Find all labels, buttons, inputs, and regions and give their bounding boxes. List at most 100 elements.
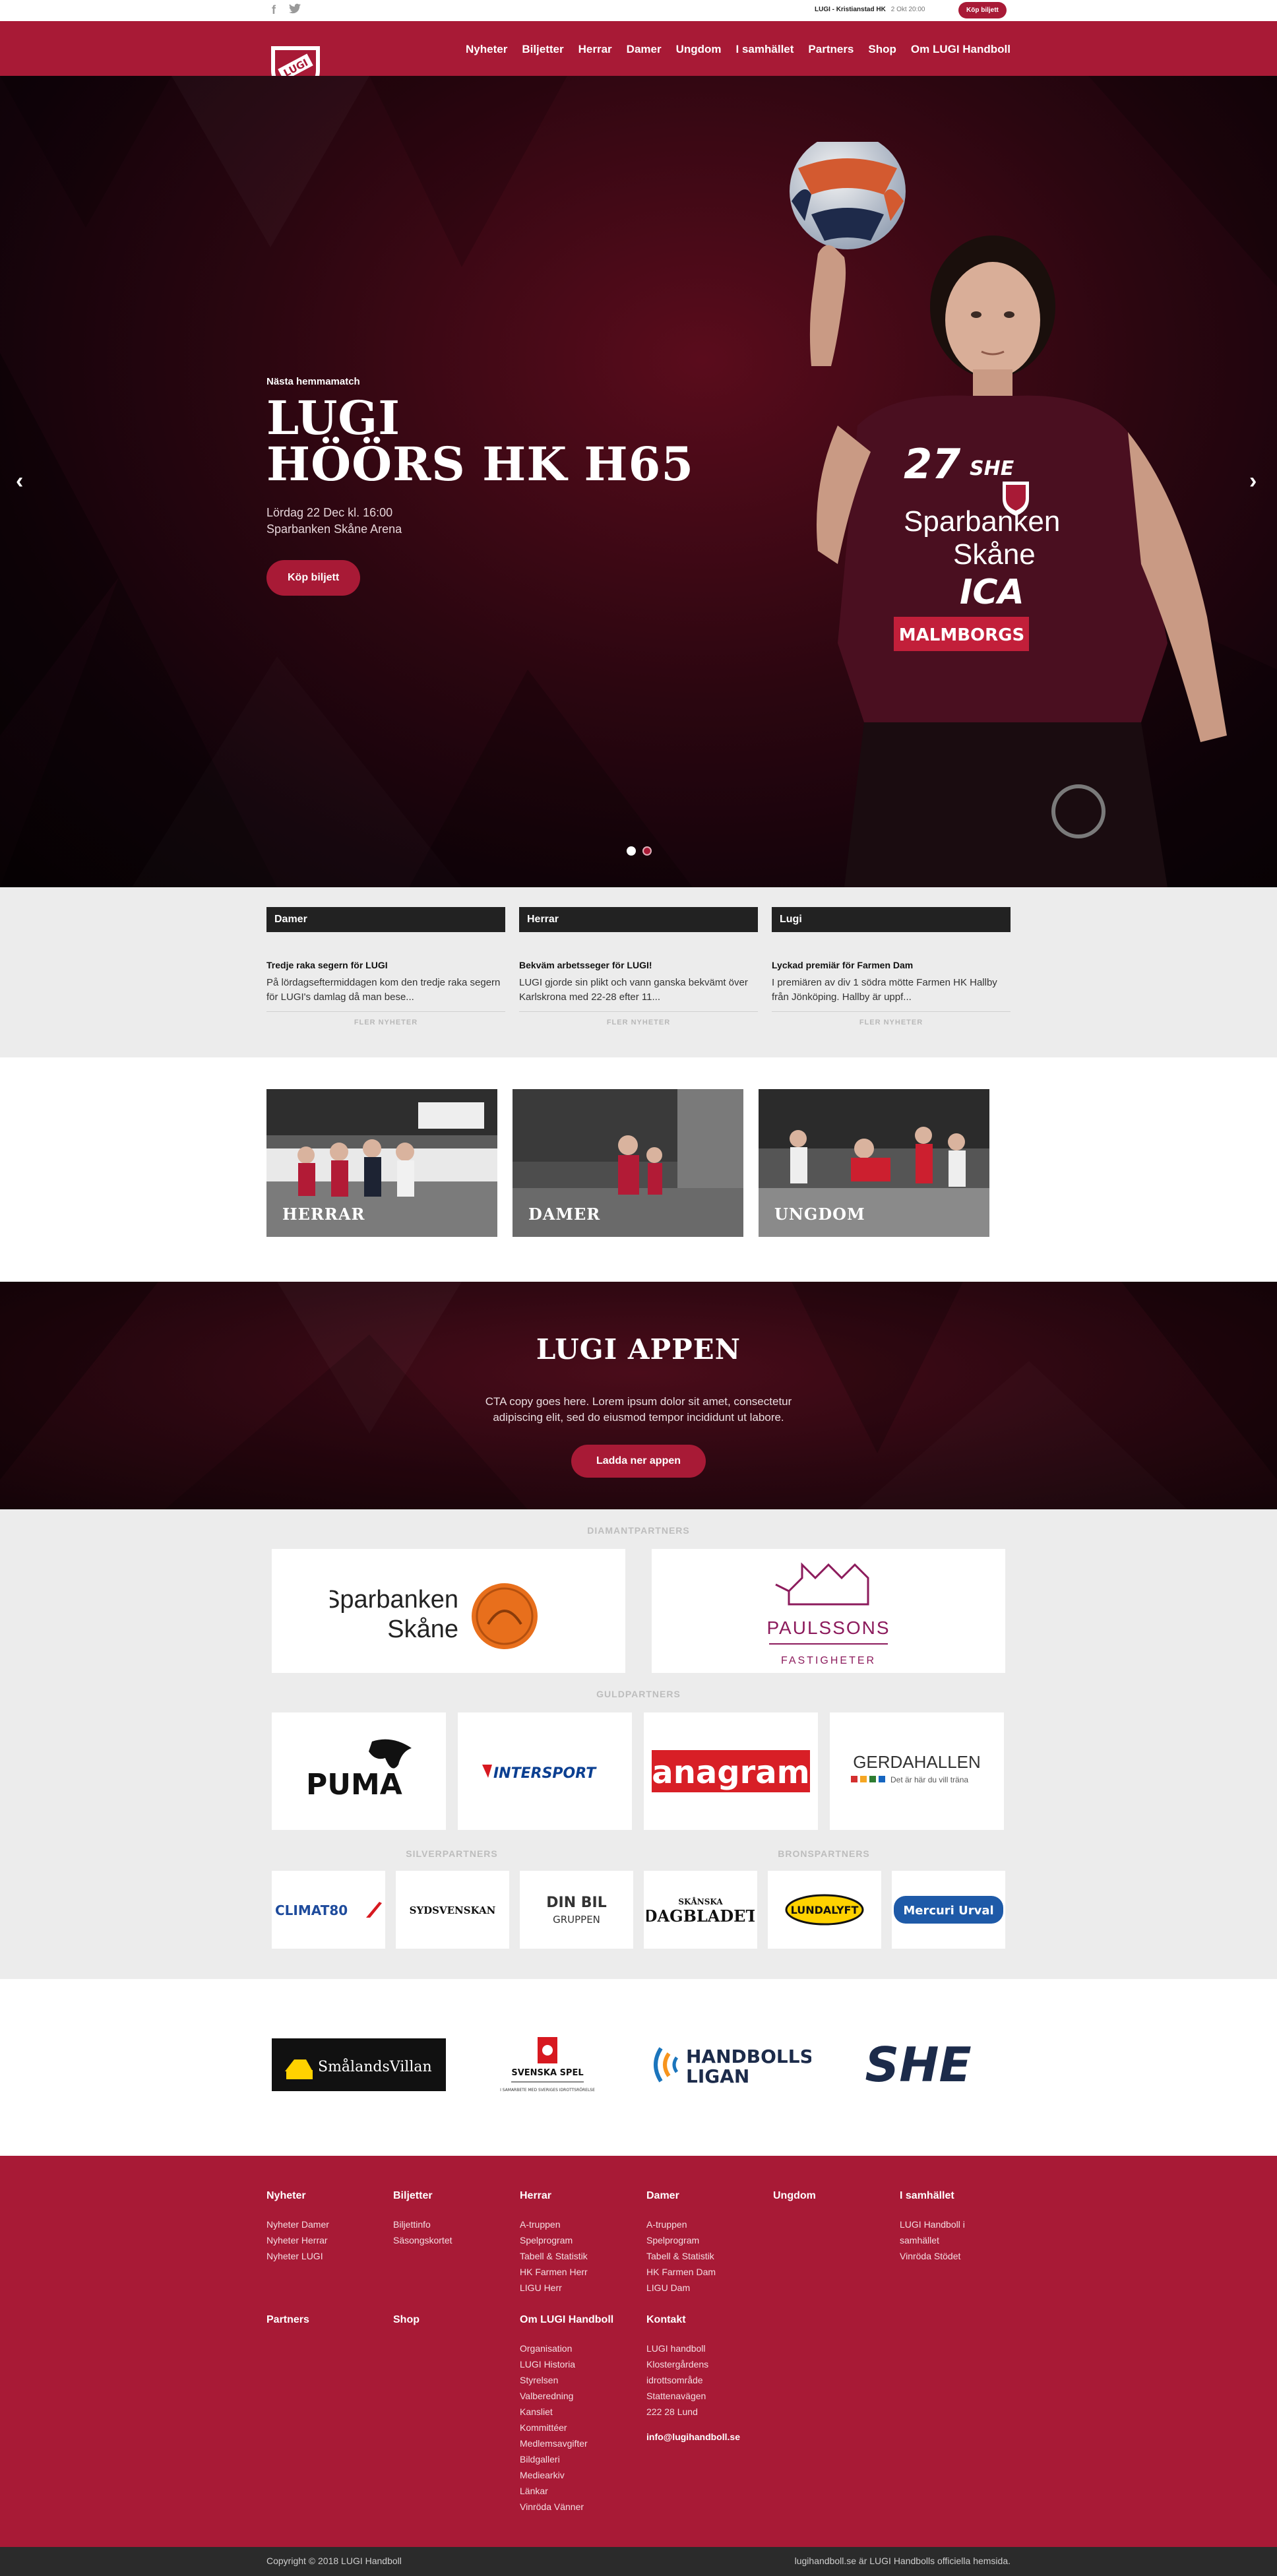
nav-ungdom[interactable]: Ungdom <box>676 43 722 56</box>
nav-herrar[interactable]: Herrar <box>578 43 612 56</box>
sponsor-smalandsvillan[interactable]: SmålandsVillan <box>272 2038 446 2091</box>
contact-line: idrottsområde <box>646 2375 703 2385</box>
footer-link[interactable]: samhället <box>900 2232 1018 2248</box>
news-category[interactable]: Lugi <box>772 907 1011 932</box>
nav-nyheter[interactable]: Nyheter <box>466 43 507 56</box>
footer-link[interactable]: Organisation <box>520 2340 638 2356</box>
footer-link[interactable]: LUGI Historia <box>520 2356 638 2372</box>
top-buy-ticket-button[interactable]: Köp biljett <box>958 2 1007 18</box>
nav-shop[interactable]: Shop <box>868 43 896 56</box>
footer-link[interactable]: Bildgalleri <box>520 2451 638 2467</box>
partner-din-bil-gruppen[interactable]: DIN BIL GRUPPEN <box>520 1871 633 1949</box>
footer-heading[interactable]: Partners <box>266 2314 385 2326</box>
partner-anagram[interactable]: anagram <box>644 1712 818 1830</box>
footer-link[interactable]: Vinröda Stödet <box>900 2248 1018 2264</box>
partner-sydsvenskan[interactable]: SYDSVENSKAN <box>396 1871 509 1949</box>
player-photo: 27 SHE Sparbanken Skåne ICA MALMBORGS <box>790 142 1227 887</box>
footer-heading[interactable]: Herrar <box>520 2190 638 2202</box>
footer-link[interactable]: LIGU Dam <box>646 2280 765 2296</box>
more-news-link[interactable]: FLER NYHETER <box>266 1011 505 1026</box>
more-news-link[interactable]: FLER NYHETER <box>519 1011 758 1026</box>
footer-link[interactable]: LUGI Handboll i <box>900 2216 1018 2232</box>
svenskaspel-sub-text: I SAMARBETE MED SVERIGES IDROTTSRÖRELSE <box>500 2088 595 2092</box>
sponsor-she[interactable]: SHE <box>832 2032 1004 2098</box>
footer-heading[interactable]: Om LUGI Handboll <box>520 2314 638 2326</box>
footer-link[interactable]: Biljettinfo <box>393 2216 512 2232</box>
hero-eyebrow: Nästa hemmamatch <box>266 376 360 387</box>
footer-link[interactable]: Tabell & Statistik <box>520 2248 638 2264</box>
footer-link[interactable]: HK Farmen Dam <box>646 2264 765 2280</box>
footer-link[interactable]: Spelprogram <box>646 2232 765 2248</box>
footer-heading[interactable]: Kontakt <box>646 2314 765 2326</box>
partners-section: DIAMANTPARTNERS Sparbanken Skåne PAULSSO… <box>0 1509 1277 1979</box>
partner-paulssons[interactable]: PAULSSONS FASTIGHETER <box>652 1549 1005 1673</box>
sponsor-svenska-spel[interactable]: SVENSKA SPEL I SAMARBETE MED SVERIGES ID… <box>488 2032 607 2104</box>
hero-buy-ticket-button[interactable]: Köp biljett <box>266 560 361 596</box>
slider-dot-2[interactable] <box>642 846 652 856</box>
facebook-icon[interactable]: f <box>267 3 280 16</box>
news-category[interactable]: Damer <box>266 907 505 932</box>
footer-link[interactable]: Spelprogram <box>520 2232 638 2248</box>
team-card-damer[interactable]: DAMER <box>513 1089 743 1237</box>
news-category[interactable]: Herrar <box>519 907 758 932</box>
footer-link[interactable]: Mediearkiv <box>520 2467 638 2483</box>
footer-link[interactable]: Nyheter Herrar <box>266 2232 385 2248</box>
slider-dot-1[interactable] <box>627 846 636 856</box>
footer-link[interactable]: A-truppen <box>646 2216 765 2232</box>
team-card-herrar[interactable]: HERRAR <box>266 1089 497 1237</box>
footer-link[interactable]: Medlemsavgifter <box>520 2435 638 2451</box>
footer-link[interactable]: A-truppen <box>520 2216 638 2232</box>
footer-heading[interactable]: Damer <box>646 2190 765 2202</box>
dinbil-text-1: DIN BIL <box>546 1895 607 1911</box>
sparbanken-text-1: Sparbanken <box>330 1586 458 1614</box>
twitter-icon[interactable] <box>288 3 301 16</box>
partner-lundalyft[interactable]: LUNDALYFT <box>768 1871 881 1949</box>
handbollsligan-text-2: LIGAN <box>686 2065 749 2087</box>
footer-heading[interactable]: Ungdom <box>773 2190 892 2202</box>
team-card-ungdom[interactable]: UNGDOM <box>759 1089 989 1237</box>
footer-link[interactable]: LIGU Herr <box>520 2280 638 2296</box>
footer-link[interactable]: Säsongskortet <box>393 2232 512 2248</box>
partner-puma[interactable]: PUMA <box>272 1712 446 1830</box>
news-title[interactable]: Tredje raka segern för LUGI <box>266 960 505 970</box>
footer-link[interactable]: Vinröda Vänner <box>520 2499 638 2515</box>
footer-heading[interactable]: Biljetter <box>393 2190 512 2202</box>
partner-skanska-dagbladet[interactable]: SKÅNSKA DAGBLADET <box>644 1871 757 1949</box>
footer-link[interactable]: Tabell & Statistik <box>646 2248 765 2264</box>
contact-email-link[interactable]: info@lugihandboll.se <box>646 2429 765 2445</box>
nav-damer[interactable]: Damer <box>627 43 662 56</box>
footer-link[interactable]: Länkar <box>520 2483 638 2499</box>
partner-sparbanken[interactable]: Sparbanken Skåne <box>272 1549 625 1673</box>
partner-mercuri-urval[interactable]: Mercuri Urval <box>892 1871 1005 1949</box>
footer-link[interactable]: Kansliet <box>520 2404 638 2420</box>
footer-link[interactable]: Nyheter Damer <box>266 2216 385 2232</box>
nav-om-lugi[interactable]: Om LUGI Handboll <box>911 43 1011 56</box>
partner-gerdahallen[interactable]: GERDAHALLEN Det är här du vill träna <box>830 1712 1004 1830</box>
footer-heading[interactable]: I samhället <box>900 2190 1018 2202</box>
chevron-left-icon[interactable]: ‹ <box>16 468 23 494</box>
footer-heading[interactable]: Shop <box>393 2314 512 2326</box>
partner-climat80[interactable]: CLIMAT80 <box>272 1871 385 1949</box>
download-app-button[interactable]: Ladda ner appen <box>571 1445 706 1478</box>
footer-link[interactable]: Valberedning <box>520 2388 638 2404</box>
hero-content: Nästa hemmamatch LUGI HÖÖRS HK H65 Lörda… <box>266 376 694 596</box>
footer-link[interactable]: Nyheter LUGI <box>266 2248 385 2264</box>
news-title[interactable]: Bekväm arbetsseger för LUGI! <box>519 960 758 970</box>
footer-col-kontakt: Kontakt LUGI handboll Klostergårdens idr… <box>646 2314 765 2445</box>
partner-intersport[interactable]: INTERSPORT <box>458 1712 632 1830</box>
nav-biljetter[interactable]: Biljetter <box>522 43 563 56</box>
nav-i-samhallet[interactable]: I samhället <box>736 43 794 56</box>
site-footer: Nyheter Nyheter Damer Nyheter Herrar Nyh… <box>0 2156 1277 2547</box>
nav-partners[interactable]: Partners <box>808 43 854 56</box>
footer-link[interactable]: Styrelsen <box>520 2372 638 2388</box>
more-news-link[interactable]: FLER NYHETER <box>772 1011 1011 1026</box>
app-title: LUGI APPEN <box>536 1333 741 1366</box>
footer-link[interactable]: HK Farmen Herr <box>520 2264 638 2280</box>
footer-heading[interactable]: Nyheter <box>266 2190 385 2202</box>
sponsor-handbollsligan[interactable]: HANDBOLLS LIGAN <box>643 2032 815 2098</box>
next-game-info[interactable]: LUGI - Kristianstad HK 2 Okt 20:00 <box>815 6 925 13</box>
chevron-right-icon[interactable]: › <box>1249 468 1257 494</box>
footer-link[interactable]: Kommittéer <box>520 2420 638 2435</box>
bronze-partners-label: BRONSPARTNERS <box>778 1848 870 1859</box>
news-title[interactable]: Lyckad premiär för Farmen Dam <box>772 960 1011 970</box>
